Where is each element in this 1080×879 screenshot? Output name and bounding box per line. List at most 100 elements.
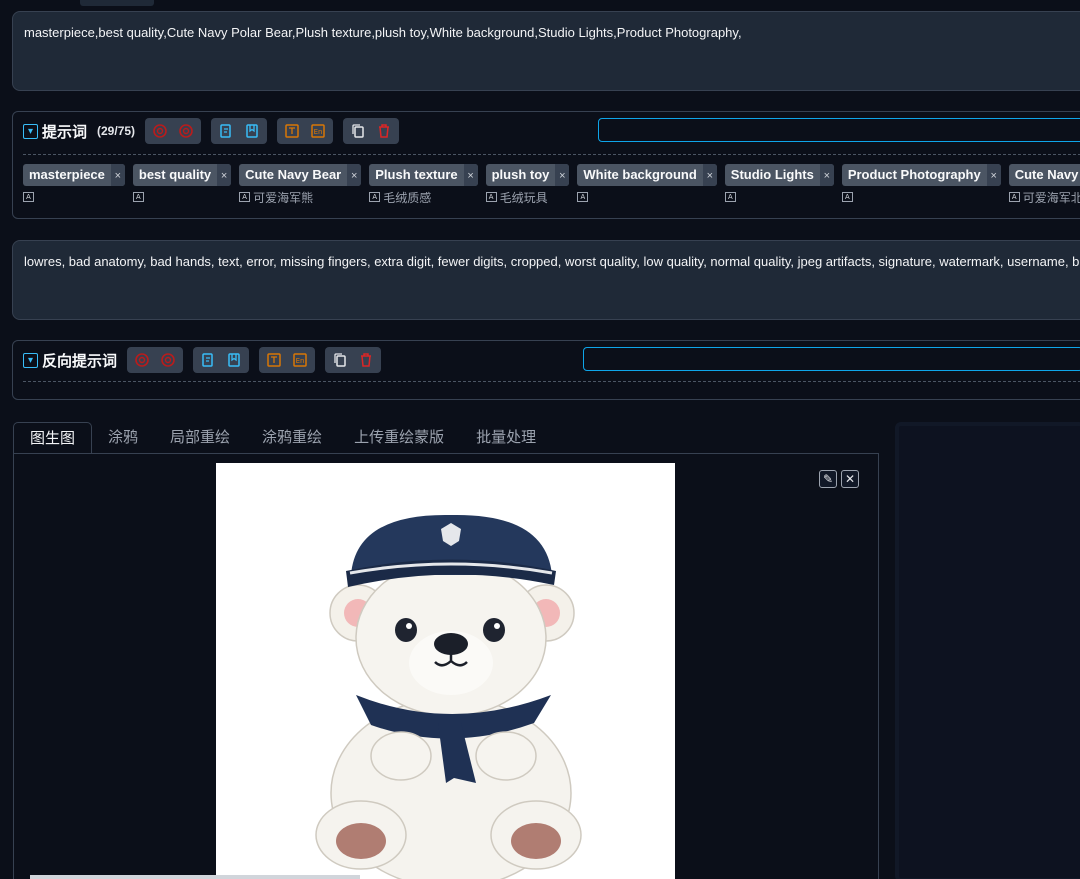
positive-prompt-text: masterpiece,best quality,Cute Navy Polar…	[24, 25, 742, 40]
token-count: (29/75)	[97, 124, 136, 138]
translate-icon[interactable]: A	[239, 192, 251, 202]
negative-tag-search-input[interactable]	[583, 347, 1080, 371]
tag-item: masterpiece × A	[23, 164, 125, 206]
negative-toolbar: ▾ 反向提示词 En	[23, 347, 391, 373]
tab-inpaint-sketch[interactable]: 涂鸦重绘	[246, 422, 338, 454]
translate-icon[interactable]: A	[23, 192, 34, 202]
trash-icon	[379, 124, 390, 138]
translate-icon[interactable]: A	[724, 192, 736, 202]
history-button[interactable]	[215, 121, 237, 141]
weight-up-button[interactable]	[149, 121, 171, 141]
tag-chip[interactable]: best quality ×	[132, 164, 232, 186]
tag-chip[interactable]: Cute Navy Pola ×	[1008, 164, 1080, 186]
img2img-tabs: 图生图 涂鸦 局部重绘 涂鸦重绘 上传重绘蒙版 批量处理	[13, 422, 552, 454]
tag-chip[interactable]: Cute Navy Bear ×	[239, 164, 362, 186]
negative-prompt-textarea[interactable]: lowres, bad anatomy, bad hands, text, er…	[12, 240, 1080, 320]
translate-icon[interactable]: A	[1008, 192, 1020, 202]
translate-icon: En	[311, 124, 325, 138]
source-image[interactable]	[216, 463, 675, 879]
bookmark-button[interactable]	[241, 121, 263, 141]
weight-down-button[interactable]	[175, 121, 197, 141]
tag-chip[interactable]: Plush texture ×	[369, 164, 478, 186]
tag-translation: A 可爱海军熊	[239, 188, 361, 206]
bookmark-icon	[228, 353, 240, 367]
scrollbar[interactable]	[30, 875, 360, 879]
close-icon[interactable]: ×	[347, 164, 362, 186]
pencil-icon[interactable]: ✎	[819, 470, 837, 488]
tag-search-input[interactable]	[598, 118, 1080, 142]
weight-down-button[interactable]	[157, 350, 179, 370]
document-edit-icon	[202, 353, 213, 367]
close-icon[interactable]: ×	[986, 164, 1001, 186]
close-icon[interactable]: ×	[555, 164, 570, 186]
clipboard-button-group	[343, 118, 400, 144]
tab-batch[interactable]: 批量处理	[460, 422, 552, 454]
tag-list: masterpiece × A best quality × A Cute Na…	[23, 164, 1080, 206]
close-icon[interactable]: ✕	[841, 470, 859, 488]
tag-label: Product Photography	[847, 167, 981, 182]
translate-icon[interactable]: A	[485, 192, 497, 202]
tag-label: masterpiece	[29, 167, 105, 182]
tab-inpaint-upload[interactable]: 上传重绘蒙版	[338, 422, 460, 454]
translate-icon[interactable]: A	[132, 192, 144, 202]
clear-button[interactable]	[355, 350, 377, 370]
tab-sketch[interactable]: 涂鸦	[92, 422, 154, 454]
webui-page: masterpiece,best quality,Cute Navy Polar…	[0, 0, 1080, 879]
target-icon	[161, 353, 175, 367]
tag-item: Studio Lights × A	[724, 164, 834, 206]
close-icon[interactable]: ×	[217, 164, 232, 186]
target-icon	[135, 353, 149, 367]
weight-up-button[interactable]	[131, 350, 153, 370]
close-icon[interactable]: ×	[463, 164, 478, 186]
tag-label: White background	[583, 167, 697, 182]
copy-button[interactable]	[347, 121, 369, 141]
history-button[interactable]	[197, 350, 219, 370]
tab-nub[interactable]	[80, 0, 154, 6]
translate-icon	[267, 353, 281, 367]
close-icon[interactable]: ×	[819, 164, 834, 186]
img2img-panel: ✎ ✕	[13, 453, 879, 879]
translate-button-group: En	[277, 118, 334, 144]
translate-to-local-button[interactable]: En	[289, 350, 311, 370]
copy-button[interactable]	[329, 350, 351, 370]
translate-to-english-button[interactable]	[281, 121, 303, 141]
translate-icon[interactable]: A	[577, 192, 589, 202]
close-icon[interactable]: ×	[702, 164, 717, 186]
history-button-group	[193, 347, 250, 373]
close-icon[interactable]: ×	[110, 164, 125, 186]
tag-item: Cute Navy Pola × A 可爱海军北极	[1008, 164, 1080, 206]
chevron-down-icon[interactable]: ▾	[23, 123, 38, 139]
negative-panel-title: 反向提示词	[42, 352, 118, 370]
tag-chip[interactable]: masterpiece ×	[23, 164, 125, 186]
positive-prompt-textarea[interactable]: masterpiece,best quality,Cute Navy Polar…	[12, 11, 1080, 91]
tag-translation: A	[23, 188, 125, 206]
tag-chip[interactable]: White background ×	[577, 164, 717, 186]
trash-icon	[361, 353, 372, 367]
prompt-toolbar: ▾ 提示词 (29/75) En	[23, 118, 409, 144]
document-edit-icon	[220, 124, 231, 138]
tab-inpaint[interactable]: 局部重绘	[154, 422, 246, 454]
tag-chip[interactable]: plush toy ×	[485, 164, 570, 186]
bookmark-button[interactable]	[223, 350, 245, 370]
tag-translation: A 毛绒质感	[369, 188, 477, 206]
translate-icon	[285, 124, 299, 138]
tag-chip[interactable]: Product Photography ×	[841, 164, 1001, 186]
tab-img2img[interactable]: 图生图	[13, 422, 93, 454]
weight-button-group	[127, 347, 184, 373]
tag-chip[interactable]: Studio Lights ×	[724, 164, 834, 186]
translate-icon[interactable]: A	[369, 192, 381, 202]
divider	[23, 381, 1080, 382]
tag-item: Plush texture × A 毛绒质感	[369, 164, 478, 206]
prompt-panel-title: 提示词	[42, 123, 88, 141]
translate-icon[interactable]: A	[841, 192, 853, 202]
clear-button[interactable]	[373, 121, 395, 141]
chevron-down-icon[interactable]: ▾	[23, 352, 38, 368]
translate-to-local-button[interactable]: En	[307, 121, 329, 141]
translate-to-english-button[interactable]	[263, 350, 285, 370]
divider	[23, 154, 1080, 155]
tag-item: Product Photography × A	[841, 164, 1001, 206]
weight-button-group	[145, 118, 202, 144]
tag-item: best quality × A	[132, 164, 232, 206]
svg-text:En: En	[314, 128, 323, 136]
tag-translation: A	[724, 188, 834, 206]
